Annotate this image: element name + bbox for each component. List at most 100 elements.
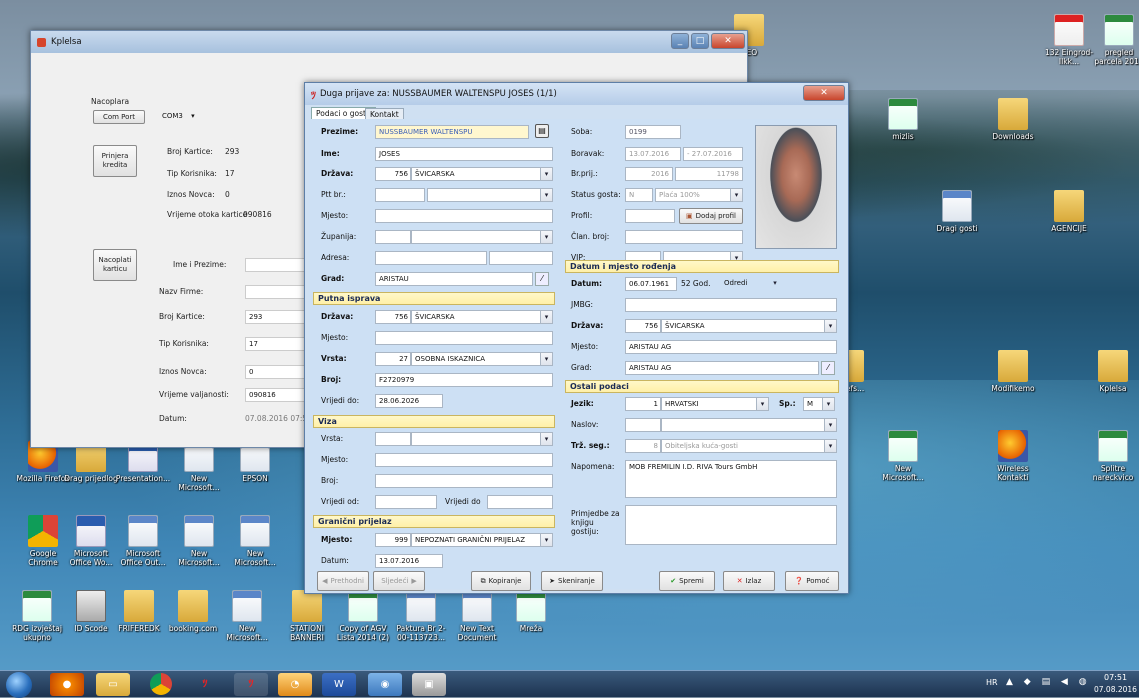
ptt-input[interactable] xyxy=(375,188,425,202)
o-napomena-textarea[interactable]: MOB FREMILIN I.D. RIVA Tours GmbH xyxy=(625,460,837,498)
desktop-icon[interactable]: Microsoft Office Out... xyxy=(114,515,172,567)
taskbar-explorer-icon[interactable]: ▭ xyxy=(96,673,130,696)
desktop-icon[interactable]: pregled parcela 2017 xyxy=(1090,14,1139,66)
v-mjesto-input[interactable] xyxy=(375,453,553,467)
desktop-icon[interactable]: New Microsoft... xyxy=(218,590,276,642)
o-naslov-select[interactable]: ▾ xyxy=(661,418,837,432)
dodaj-profil-button[interactable]: ▣ Dodaj profil xyxy=(679,208,743,224)
p-mjesto-input[interactable] xyxy=(375,331,553,345)
placa-select[interactable]: Plaća 100% ▾ xyxy=(655,188,743,202)
profil-input[interactable] xyxy=(625,209,675,223)
desktop-icon[interactable]: New Microsoft... xyxy=(170,515,228,567)
f-broj-input[interactable]: 293 xyxy=(245,310,309,324)
desktop-icon[interactable]: Kplelsa xyxy=(1084,350,1139,393)
desktop-icon[interactable]: Modifikemo xyxy=(984,350,1042,393)
com-port-button[interactable]: Com Port xyxy=(93,110,145,124)
g-mjesto-select[interactable]: NEPOZNATI GRANIČNI PRIJELAZ ▾ xyxy=(411,533,553,547)
scan-card-icon[interactable]: ▤ xyxy=(535,124,549,138)
clock-date[interactable]: 07.08.2016 xyxy=(1094,685,1137,694)
r-mjesto-input[interactable]: ARISTAU AG xyxy=(625,340,837,354)
zupanija-code-input[interactable] xyxy=(375,230,411,244)
o-trz-select[interactable]: Obiteljska kuća-gosti ▾ xyxy=(661,439,837,453)
dialog-close-button[interactable]: ✕ xyxy=(803,85,845,101)
p-vrsta-code-input[interactable]: 27 xyxy=(375,352,411,366)
adresa-input[interactable] xyxy=(375,251,487,265)
taskbar-chrome-icon[interactable] xyxy=(150,673,172,695)
taskbar-app2-icon[interactable]: ﾂ xyxy=(234,673,268,696)
r-jmbg-input[interactable] xyxy=(625,298,837,312)
clan-input[interactable] xyxy=(625,230,743,244)
v-vrsta-select[interactable]: ▾ xyxy=(411,432,553,446)
f-iznos-input[interactable]: 0 xyxy=(245,365,309,379)
desktop-icon[interactable]: Copy of AGV Lista 2014 (2) xyxy=(334,590,392,642)
taskbar-firefox-icon[interactable]: ● xyxy=(50,673,84,696)
taskbar-app4-icon[interactable]: ◉ xyxy=(368,673,402,696)
desktop-icon[interactable]: New Text Document xyxy=(448,590,506,642)
start-button[interactable] xyxy=(6,672,32,698)
com-port-select[interactable]: COM3 ▾ xyxy=(159,110,209,124)
mjesto-input[interactable] xyxy=(375,209,553,223)
desktop-icon[interactable]: booking.com xyxy=(164,590,222,633)
boravak-od-input[interactable]: 13.07.2016 xyxy=(625,147,681,161)
desktop-icon[interactable]: Downloads xyxy=(984,98,1042,141)
desktop-icon[interactable]: AGENCIJE xyxy=(1040,190,1098,233)
taskbar-app5-icon[interactable]: ▣ xyxy=(412,673,446,696)
desktop-icon[interactable]: Wireless Kontakti xyxy=(984,430,1042,482)
desktop-icon[interactable]: New Microsoft... xyxy=(874,430,932,482)
r-grad-input[interactable]: ARISTAU AG xyxy=(625,361,819,375)
r-datum-input[interactable]: 06.07.1961 xyxy=(625,277,677,291)
p-drzava-code-input[interactable]: 756 xyxy=(375,310,411,324)
o-naslov-code-input[interactable] xyxy=(625,418,661,432)
drzava-code-input[interactable]: 756 xyxy=(375,167,411,181)
boravak-do-input[interactable]: - 27.07.2016 xyxy=(683,147,743,161)
v-vrijedi-od-input[interactable] xyxy=(375,495,437,509)
o-jezik-select[interactable]: HRVATSKI ▾ xyxy=(661,397,769,411)
tray-icons[interactable]: ▲ ◆ ▤ ◀ ◍ xyxy=(1006,677,1091,687)
g-datum-input[interactable]: 13.07.2016 xyxy=(375,554,443,568)
desktop-icon[interactable]: Splitre nareckvico xyxy=(1084,430,1139,482)
ime-input[interactable]: JOSES xyxy=(375,147,553,161)
p-drzava-select[interactable]: ŠVICARSKA ▾ xyxy=(411,310,553,324)
r-drzava-select[interactable]: ŠVICARSKA ▾ xyxy=(661,319,837,333)
prezime-input[interactable]: NUSSBAUMER WALTENSPU xyxy=(375,125,529,139)
desktop-icon[interactable]: FRIFEREDK xyxy=(110,590,168,633)
sljedeci-button[interactable]: Sljedeći ▶ xyxy=(373,571,425,591)
izlaz-button[interactable]: ✕ Izlaz xyxy=(723,571,775,591)
pomoc-button[interactable]: ❓ Pomoć xyxy=(785,571,839,591)
r-grad-lookup-icon[interactable]: ⁄ xyxy=(821,361,835,375)
zupanija-select[interactable]: ▾ xyxy=(411,230,553,244)
status-input[interactable]: N xyxy=(625,188,653,202)
minimize-button[interactable]: _ xyxy=(671,33,689,49)
desktop-icon[interactable]: New Microsoft... xyxy=(226,515,284,567)
prethodni-button[interactable]: ◀ Prethodni xyxy=(317,571,369,591)
lang-indicator[interactable]: HR xyxy=(986,678,998,687)
skeniranje-button[interactable]: ➤ Skeniranje xyxy=(541,571,603,591)
taskbar-word-icon[interactable]: W xyxy=(322,673,356,696)
p-vrijedi-input[interactable]: 28.06.2026 xyxy=(375,394,443,408)
drzava-select[interactable]: ŠVICARSKA ▾ xyxy=(411,167,553,181)
p-broj-input[interactable]: F2720979 xyxy=(375,373,553,387)
desktop-icon[interactable]: RDG izvještaj ukupno xyxy=(8,590,66,642)
desktop-icon[interactable]: Mreža xyxy=(502,590,560,633)
v-vrsta-code-input[interactable] xyxy=(375,432,411,446)
nacoplati-karticu-button[interactable]: Nacoplati karticu xyxy=(93,249,137,281)
adresa-broj-input[interactable] xyxy=(489,251,553,265)
o-trz-code-input[interactable]: 8 xyxy=(625,439,661,453)
soba-input[interactable]: 0199 xyxy=(625,125,681,139)
f-valjanost-input[interactable]: 090816 xyxy=(245,388,309,402)
o-primjedbe-textarea[interactable] xyxy=(625,505,837,545)
o-spol-select[interactable]: M ▾ xyxy=(803,397,835,411)
desktop-icon[interactable]: mizlis xyxy=(874,98,932,141)
kopiranje-button[interactable]: ⧉ Kopiranje xyxy=(471,571,531,591)
p-vrsta-select[interactable]: OSOBNA ISKAZNICA ▾ xyxy=(411,352,553,366)
grad-lookup-icon[interactable]: ⁄ xyxy=(535,272,549,286)
prinjera-kredita-button[interactable]: Prinjera kredita xyxy=(93,145,137,177)
taskbar-app1-icon[interactable]: ﾂ xyxy=(188,673,222,696)
r-drzava-code-input[interactable]: 756 xyxy=(625,319,661,333)
spremi-button[interactable]: ✔ Spremi xyxy=(659,571,715,591)
v-broj-input[interactable] xyxy=(375,474,553,488)
close-button[interactable]: ✕ xyxy=(711,33,745,49)
ptt-select[interactable]: ▾ xyxy=(427,188,553,202)
r-odredi-select[interactable]: Odredi ▾ xyxy=(721,277,781,291)
maximize-button[interactable]: □ xyxy=(691,33,709,49)
